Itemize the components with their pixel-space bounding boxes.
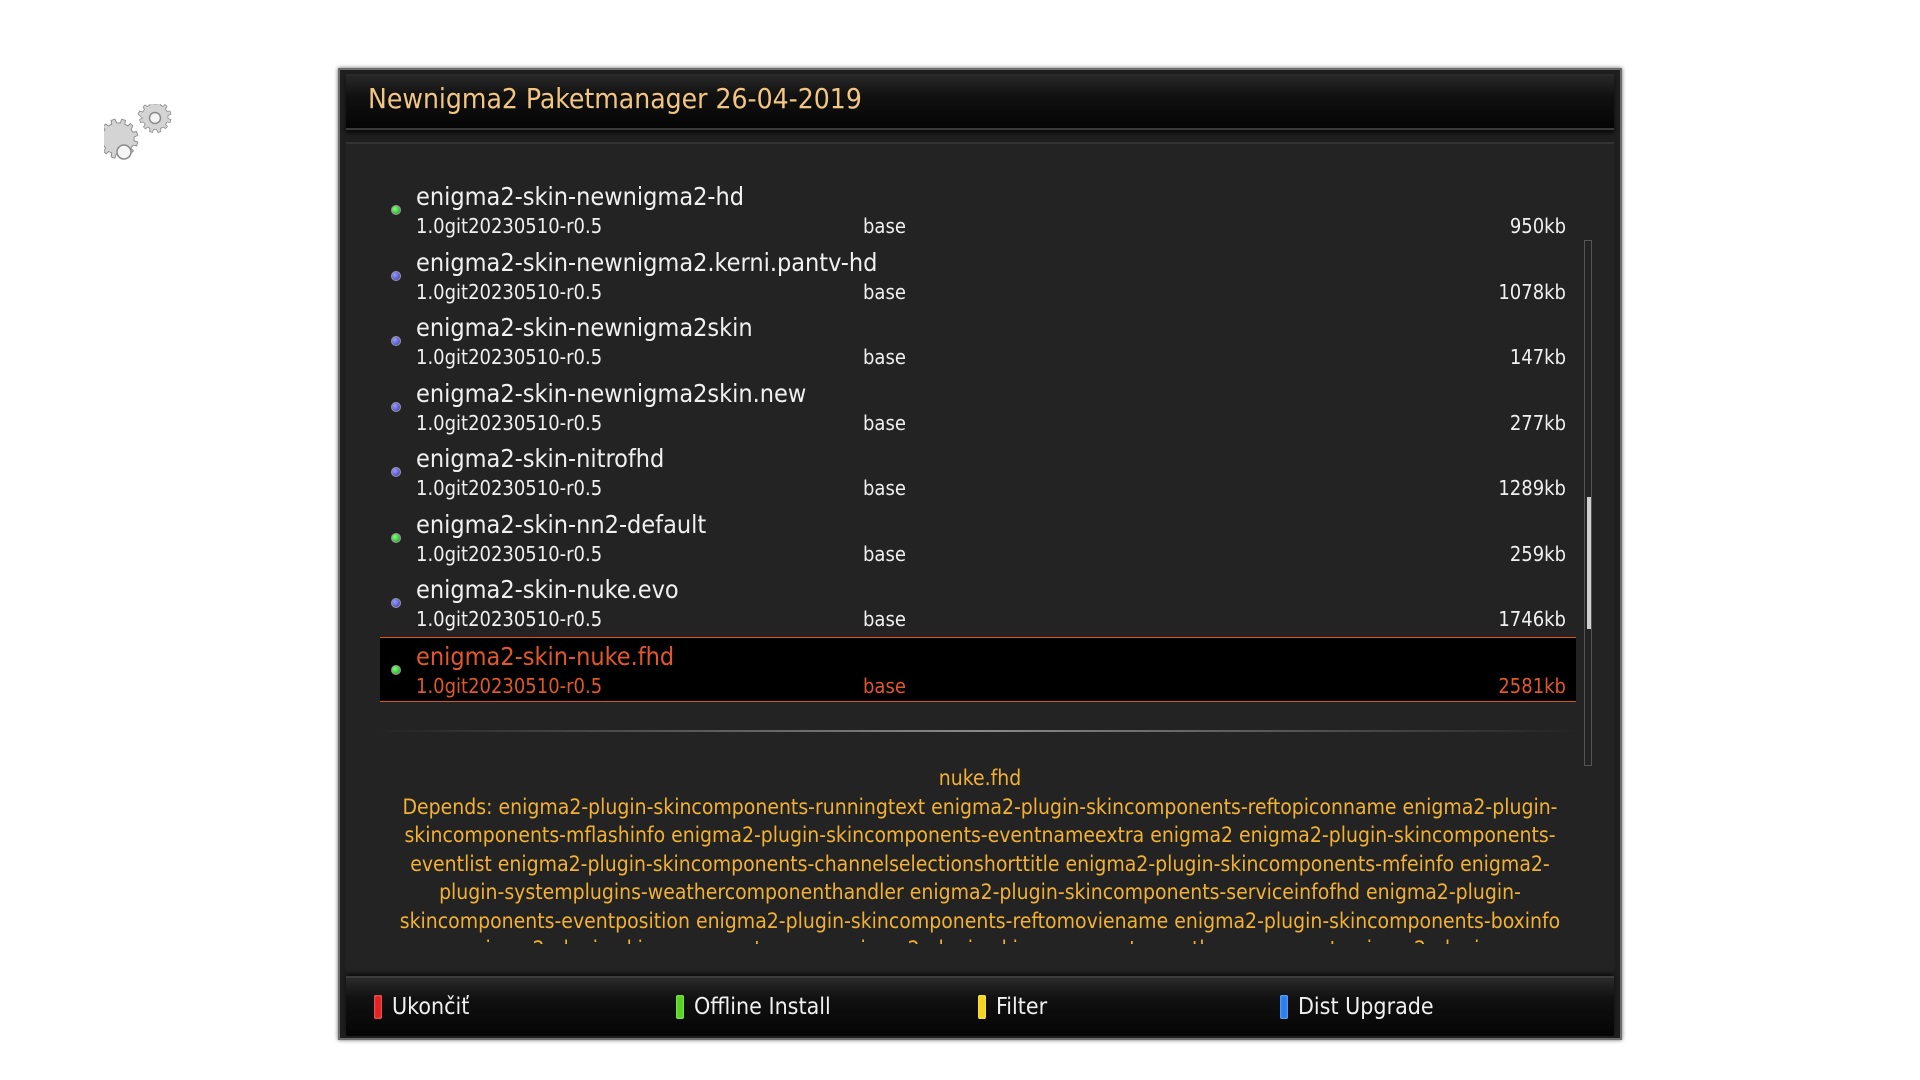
package-version: 1.0git20230510-r0.5 (416, 607, 603, 631)
blue-dot-icon (391, 270, 401, 281)
package-row[interactable]: enigma2-skin-nn2-default 1.0git20230510-r… (380, 506, 1576, 572)
package-section: base (863, 345, 906, 369)
package-section: base (863, 607, 906, 631)
package-name: enigma2-skin-nn2-default (416, 509, 707, 539)
scrollbar[interactable] (1584, 240, 1592, 766)
yellow-button-label: Filter (996, 994, 1048, 1020)
package-size: 1078kb (1498, 279, 1566, 304)
blue-key-icon (1280, 995, 1288, 1019)
details-title: nuke.fhd (938, 766, 1022, 790)
package-section: base (863, 673, 906, 698)
blue-dot-icon (391, 598, 401, 608)
package-row[interactable]: enigma2-skin-nitrofhd 1.0git20230510-r0.5… (380, 440, 1576, 506)
package-row[interactable]: enigma2-skin-newnigma2skin.new 1.0git2023… (380, 375, 1576, 441)
red-key-icon (374, 995, 382, 1019)
package-name: enigma2-skin-nuke.evo (416, 575, 679, 604)
package-version: 1.0git20230510-r0.5 (416, 673, 603, 698)
green-button[interactable]: Offline Install (676, 992, 831, 1022)
package-section: base (863, 214, 906, 238)
package-row[interactable]: enigma2-skin-nuke.evo 1.0git20230510-r0.5… (380, 571, 1576, 637)
package-section: base (863, 410, 906, 435)
package-version: 1.0git20230510-r0.5 (416, 410, 603, 435)
package-manager-window: Newnigma2 Paketmanager 26-04-2019 enigma… (338, 68, 1622, 1040)
package-section: base (863, 476, 906, 500)
divider (376, 730, 1582, 732)
package-name: enigma2-skin-nitrofhd (416, 444, 665, 473)
package-row[interactable]: enigma2-skin-newnigma2-hd 1.0git20230510-… (380, 178, 1576, 244)
green-dot-icon (391, 205, 401, 215)
package-list[interactable]: enigma2-skin-newnigma2-hd 1.0git20230510-… (380, 178, 1576, 702)
window-title: Newnigma2 Paketmanager 26-04-2019 (368, 82, 862, 115)
blue-button[interactable]: Dist Upgrade (1280, 992, 1434, 1022)
blue-dot-icon (391, 336, 401, 346)
details-depends: Depends: enigma2-plugin-skincomponents-r… (399, 794, 1561, 945)
gears-icon (104, 104, 172, 160)
package-name: enigma2-skin-newnigma2-hd (416, 182, 745, 211)
blue-dot-icon (391, 401, 401, 412)
package-section: base (863, 279, 906, 304)
package-name: enigma2-skin-nuke.fhd (416, 641, 675, 671)
package-details: nuke.fhd Depends: enigma2-plugin-skincom… (382, 764, 1578, 944)
package-list-panel: enigma2-skin-newnigma2-hd 1.0git20230510-… (346, 142, 1614, 1024)
package-version: 1.0git20230510-r0.5 (416, 476, 603, 500)
yellow-button[interactable]: Filter (978, 992, 1047, 1022)
blue-dot-icon (391, 467, 401, 477)
package-row[interactable]: enigma2-skin-newnigma2skin 1.0git20230510… (380, 309, 1576, 375)
package-size: 950kb (1509, 214, 1566, 238)
package-size: 2581kb (1498, 673, 1566, 698)
package-name: enigma2-skin-newnigma2.kerni.pantv-hd (416, 247, 878, 277)
red-button-label: Ukončiť (392, 994, 470, 1020)
package-name: enigma2-skin-newnigma2skin.new (416, 378, 807, 408)
package-version: 1.0git20230510-r0.5 (416, 541, 603, 566)
package-size: 259kb (1509, 541, 1566, 566)
package-row[interactable]: enigma2-skin-newnigma2.kerni.pantv-hd 1.0… (380, 244, 1576, 310)
package-size: 1289kb (1498, 476, 1566, 500)
footer-button-bar: Ukončiť Offline Install Filter Dist Upgr… (346, 976, 1614, 1036)
green-dot-icon (391, 532, 401, 543)
package-name: enigma2-skin-newnigma2skin (416, 313, 753, 342)
package-version: 1.0git20230510-r0.5 (416, 345, 603, 369)
green-dot-icon (391, 664, 401, 675)
yellow-key-icon (978, 995, 986, 1019)
package-size: 277kb (1509, 410, 1566, 435)
package-row[interactable]: enigma2-skin-nuke.fhd 1.0git20230510-r0.5… (380, 636, 1576, 702)
package-section: base (863, 541, 906, 566)
package-version: 1.0git20230510-r0.5 (416, 214, 603, 238)
green-button-label: Offline Install (694, 994, 831, 1020)
green-key-icon (676, 995, 684, 1019)
red-button[interactable]: Ukončiť (374, 992, 469, 1022)
package-size: 147kb (1509, 345, 1566, 369)
package-size: 1746kb (1498, 607, 1566, 631)
blue-button-label: Dist Upgrade (1298, 994, 1434, 1020)
title-bar: Newnigma2 Paketmanager 26-04-2019 (346, 74, 1614, 130)
package-version: 1.0git20230510-r0.5 (416, 279, 603, 304)
scrollbar-thumb[interactable] (1587, 497, 1591, 629)
